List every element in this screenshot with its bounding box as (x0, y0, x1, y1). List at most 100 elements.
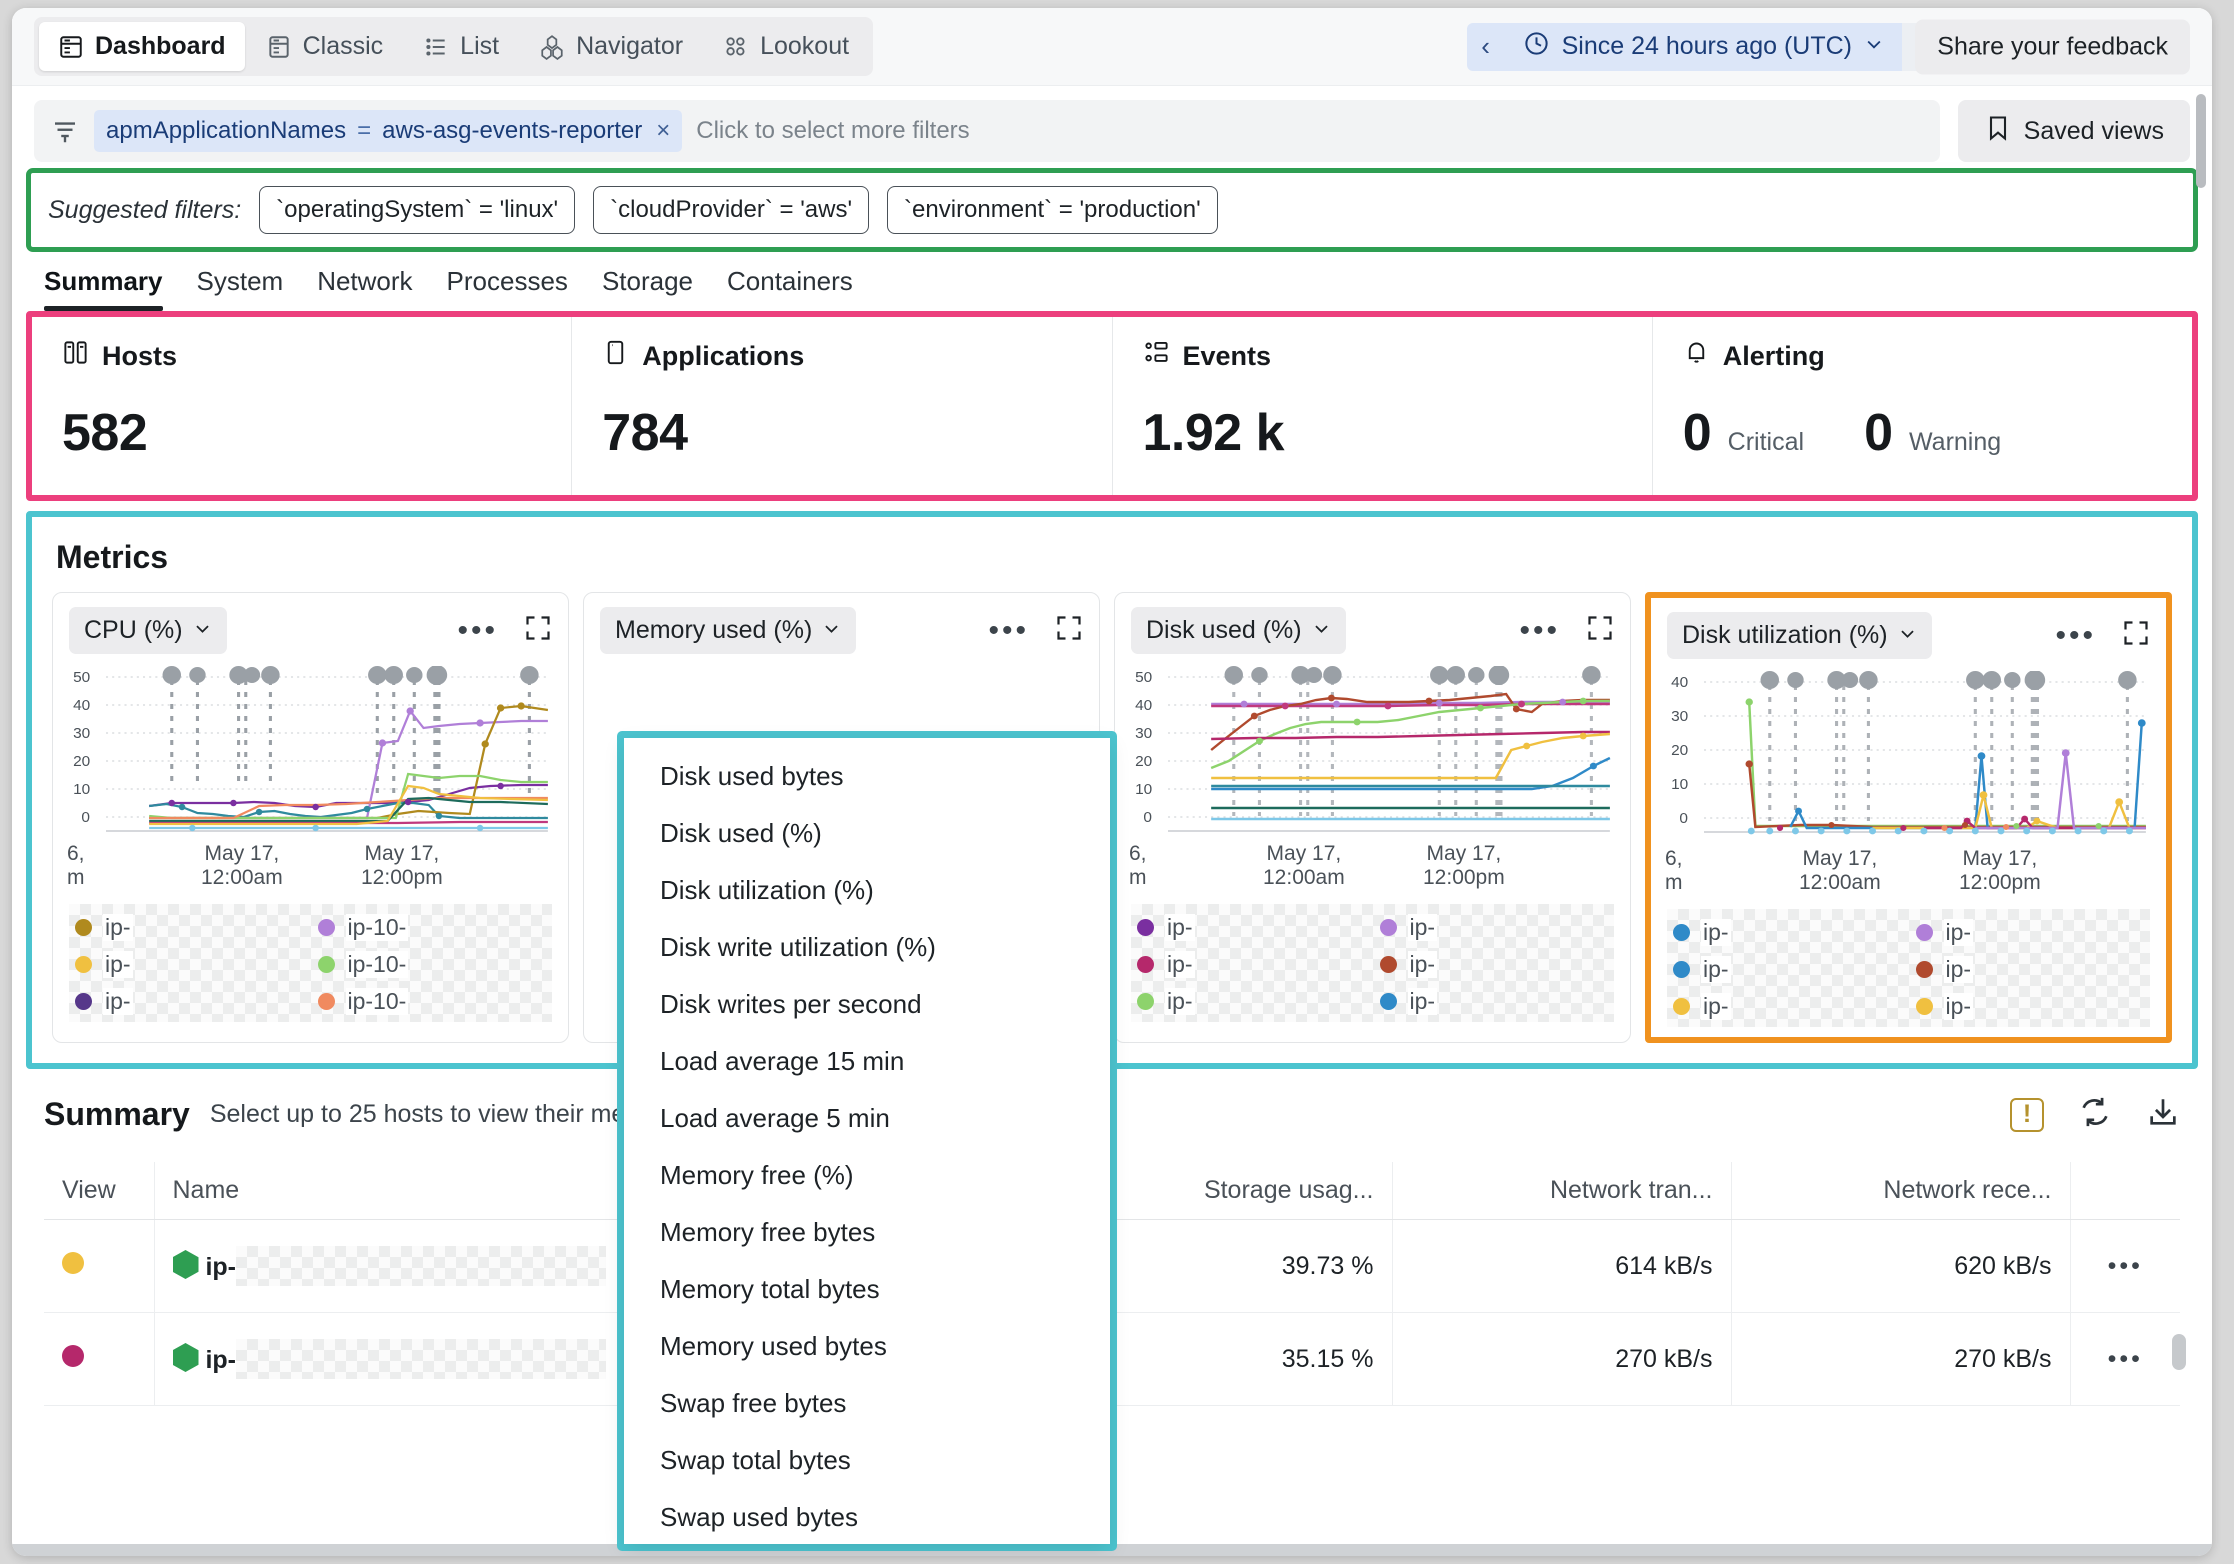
row-view-cell[interactable] (44, 1219, 154, 1313)
view-tab-classic[interactable]: Classic (247, 22, 403, 71)
time-prev-button[interactable]: ‹ (1466, 22, 1505, 71)
legend-item[interactable]: ip-10- (317, 951, 547, 978)
expand-icon[interactable] (524, 614, 552, 647)
dropdown-clipped-item (624, 738, 1110, 748)
metric-dropdown[interactable]: Disk used bytes Disk used (%) Disk utili… (624, 738, 1110, 1544)
kpi-card-events[interactable]: Events 1.92 k (1113, 317, 1653, 495)
download-icon[interactable] (2146, 1095, 2180, 1134)
expand-icon[interactable] (2122, 619, 2150, 652)
legend-item[interactable]: ip- (75, 951, 304, 978)
expand-icon[interactable] (1586, 614, 1614, 647)
dropdown-item-memory-total-bytes[interactable]: Memory total bytes (624, 1261, 1110, 1318)
legend-item[interactable]: ip-10- (317, 988, 547, 1015)
filter-remove-icon[interactable]: × (653, 117, 670, 145)
kpi-critical-value: 0 (1682, 404, 1712, 462)
legend-item[interactable]: ip- (75, 914, 304, 941)
legend-item[interactable]: ip- (1137, 914, 1366, 941)
chart-more-button[interactable]: ••• (1519, 615, 1560, 645)
legend-item[interactable]: ip- (1379, 914, 1609, 941)
legend-item[interactable]: ip- (75, 988, 304, 1015)
legend-item[interactable]: ip- (1379, 988, 1609, 1015)
legend-item[interactable]: ip- (1915, 956, 2145, 983)
warning-icon[interactable]: ! (2010, 1097, 2044, 1132)
legend-item[interactable]: ip- (1673, 956, 1902, 983)
page-scrollbar[interactable] (2193, 94, 2209, 1536)
tab-processes[interactable]: Processes (447, 266, 568, 311)
metric-select-disk-used[interactable]: Disk used (%) (1131, 607, 1346, 654)
tab-summary[interactable]: Summary (44, 266, 163, 311)
legend-color-dot (1137, 956, 1154, 973)
time-range-picker: ‹ Since 24 hours ago (UTC) › (1466, 22, 1940, 71)
table-scrollbar-thumb[interactable] (2172, 1334, 2186, 1370)
expand-icon[interactable] (1055, 614, 1083, 647)
share-feedback-button[interactable]: Share your feedback (1915, 19, 2190, 74)
metric-select-disk-utilization[interactable]: Disk utilization (%) (1667, 612, 1932, 659)
view-tab-dashboard[interactable]: Dashboard (39, 22, 245, 71)
dropdown-item-disk-write-utilization-percent[interactable]: Disk write utilization (%) (624, 919, 1110, 976)
view-tab-lookout[interactable]: Lookout (704, 22, 868, 71)
view-tab-list[interactable]: List (404, 22, 518, 71)
suggested-filter-cloud-provider[interactable]: `cloudProvider` = 'aws' (593, 186, 870, 234)
refresh-icon[interactable] (2078, 1095, 2112, 1134)
saved-views-button[interactable]: Saved views (1957, 100, 2190, 162)
dropdown-item-load-average-15-min[interactable]: Load average 15 min (624, 1033, 1110, 1090)
dropdown-item-disk-used-percent[interactable]: Disk used (%) (624, 805, 1110, 862)
tab-network[interactable]: Network (317, 266, 412, 311)
legend-item[interactable]: ip- (1915, 919, 2145, 946)
metric-select-memory-used[interactable]: Memory used (%) (600, 607, 857, 654)
legend-item[interactable]: ip-10- (317, 914, 547, 941)
column-header-view[interactable]: View (44, 1162, 154, 1220)
page-scrollbar-thumb[interactable] (2196, 94, 2206, 188)
bookmark-icon (1984, 114, 2012, 149)
tab-system[interactable]: System (197, 266, 284, 311)
time-range-button[interactable]: Since 24 hours ago (UTC) (1504, 22, 1902, 71)
view-tab-navigator[interactable]: Navigator (520, 22, 702, 71)
chart-more-button[interactable]: ••• (457, 615, 498, 645)
chart-more-button[interactable]: ••• (2055, 620, 2096, 650)
dropdown-item-memory-used-bytes[interactable]: Memory used bytes (624, 1318, 1110, 1375)
dropdown-item-disk-utilization-percent[interactable]: Disk utilization (%) (624, 862, 1110, 919)
legend-color-dot (1915, 998, 1933, 1015)
dropdown-item-swap-free-bytes[interactable]: Swap free bytes (624, 1375, 1110, 1432)
legend-item[interactable]: ip- (1673, 919, 1902, 946)
column-header-network-receive[interactable]: Network rece... (1730, 1162, 2070, 1220)
dropdown-item-memory-free-percent[interactable]: Memory free (%) (624, 1147, 1110, 1204)
legend-item[interactable]: ip- (1915, 993, 2145, 1020)
dropdown-item-disk-writes-per-second[interactable]: Disk writes per second (624, 976, 1110, 1033)
view-color-dot (62, 1344, 84, 1367)
legend-item[interactable]: ip- (1673, 993, 1902, 1020)
table-scrollbar[interactable] (2172, 1334, 2190, 1374)
chart-plot-cpu[interactable]: 50 40 30 20 10 0 (69, 666, 552, 838)
chart-plot-disk-used[interactable]: 50 40 30 20 10 0 (1131, 666, 1614, 838)
dropdown-item-swap-total-bytes[interactable]: Swap total bytes (624, 1432, 1110, 1489)
row-actions-button[interactable]: ••• (2069, 1219, 2180, 1313)
suggested-filters: Suggested filters: `operatingSystem` = '… (34, 176, 2190, 244)
tab-storage[interactable]: Storage (602, 266, 693, 311)
filter-placeholder[interactable]: Click to select more filters (696, 117, 969, 145)
legend-item[interactable]: ip- (1137, 988, 1366, 1015)
suggested-filter-operating-system[interactable]: `operatingSystem` = 'linux' (259, 186, 576, 234)
svg-text:50: 50 (73, 669, 90, 686)
row-view-cell[interactable] (44, 1312, 154, 1406)
filter-pill-apm-application-names[interactable]: apmApplicationNames = aws-asg-events-rep… (94, 110, 683, 152)
list-icon (423, 34, 449, 60)
chart-plot-disk-utilization[interactable]: 40 30 20 10 0 (1667, 671, 2150, 843)
dropdown-item-memory-free-bytes[interactable]: Memory free bytes (624, 1204, 1110, 1261)
svg-text:30: 30 (1671, 708, 1688, 725)
tab-containers[interactable]: Containers (727, 266, 853, 311)
suggested-filter-environment[interactable]: `environment` = 'production' (887, 186, 1218, 234)
legend-item[interactable]: ip- (1379, 951, 1609, 978)
legend-item[interactable]: ip- (1137, 951, 1366, 978)
kpi-card-alerting[interactable]: Alerting 0 Critical 0 Warning (1653, 317, 2192, 495)
filter-bar[interactable]: apmApplicationNames = aws-asg-events-rep… (34, 100, 1940, 162)
metric-select-cpu[interactable]: CPU (%) (69, 607, 227, 654)
dropdown-item-disk-used-bytes[interactable]: Disk used bytes (624, 748, 1110, 805)
row-actions-button[interactable]: ••• (2069, 1312, 2180, 1406)
dropdown-item-load-average-5-min[interactable]: Load average 5 min (624, 1090, 1110, 1147)
kpi-card-hosts[interactable]: Hosts 582 (32, 317, 573, 495)
legend-label: ip- (103, 951, 133, 978)
column-header-network-transmit[interactable]: Network tran... (1391, 1162, 1731, 1220)
chart-more-button[interactable]: ••• (988, 615, 1029, 645)
dropdown-item-swap-used-bytes[interactable]: Swap used bytes (624, 1489, 1110, 1544)
kpi-card-applications[interactable]: Applications 784 (572, 317, 1113, 495)
